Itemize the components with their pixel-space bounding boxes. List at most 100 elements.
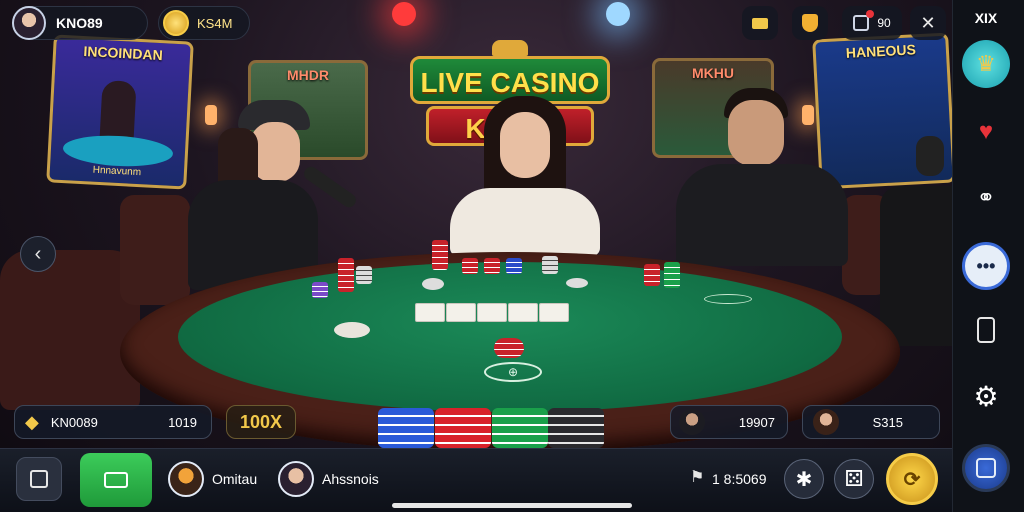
notification-count: 90 [877, 16, 891, 30]
chat-bubble-icon: ••• [976, 255, 996, 276]
chip-stack [542, 256, 558, 274]
chair-left [0, 250, 140, 410]
ticket-button[interactable] [742, 6, 778, 40]
headphones-icon [916, 136, 944, 176]
playing-card [446, 303, 476, 322]
close-icon: ✕ [920, 12, 936, 33]
star-icon: ✱ [795, 468, 813, 491]
close-button[interactable]: ✕ [910, 6, 946, 40]
chip-stack [644, 264, 660, 286]
crown-icon: ♛ [976, 51, 996, 76]
player-right-head [728, 100, 784, 166]
user1-avatar[interactable] [168, 461, 204, 497]
balance-label: 1 8:5069 [712, 471, 767, 487]
friends-icon: ⚭ [976, 185, 996, 210]
notification-dot [866, 10, 875, 18]
dealer-head [500, 112, 550, 178]
right-bar-header: XIX [974, 10, 998, 26]
playing-card [415, 303, 445, 322]
stage-light-blue [606, 2, 630, 26]
heart-notification-button[interactable]: ♥ [962, 108, 1010, 156]
user-pill[interactable]: KNO89 [12, 6, 148, 40]
chip-option-red[interactable] [435, 408, 491, 448]
settings-button[interactable]: ⚙ [962, 372, 1010, 420]
screen-left-title: INCOINDAN [83, 43, 164, 64]
player-right [676, 88, 848, 266]
chip-stack [338, 258, 354, 292]
chip-stack [506, 258, 522, 274]
player-label: KN0089 [50, 414, 98, 430]
friends-button[interactable]: ⚭ [962, 174, 1010, 222]
chip-stack [422, 278, 444, 290]
seat-a-avatar [679, 409, 705, 435]
player-value: 1019 [168, 414, 197, 430]
bet-coin-icon: ⟳ [903, 468, 921, 491]
dice-icon: ⚄ [844, 466, 864, 491]
user1-name: Omitau [212, 471, 258, 487]
screen-left: INCOINDAN Hnnavunm [46, 34, 194, 190]
trophy-icon [802, 14, 818, 32]
chat-bubble-button[interactable]: ••• [962, 242, 1010, 290]
chip-option-black[interactable] [548, 408, 604, 448]
bet-button[interactable]: ⟳ [886, 453, 938, 505]
user2-avatar[interactable] [278, 461, 314, 497]
playing-card [477, 303, 507, 322]
coin-pill[interactable]: KS4M [158, 6, 250, 40]
chip-stack [494, 338, 524, 358]
chat-notification-button[interactable]: 90 [842, 6, 902, 40]
multiplier-label: 100X [239, 411, 283, 432]
seat-b-pill[interactable]: S315 [802, 405, 940, 439]
chip-stack [484, 258, 500, 274]
screen-left-footer: Hnnavunm [92, 164, 142, 179]
screen-center-right-title: MKHU [692, 65, 734, 81]
multiplier-pill[interactable]: 100X [226, 405, 296, 439]
chip-stack [432, 240, 448, 270]
seat-a-value: 19907 [738, 414, 775, 430]
screen-center-left-title: MHDR [287, 67, 329, 83]
seat-b-value: S315 [872, 414, 903, 430]
casino-scene: INCOINDAN Hnnavunm MHDR MKHU HANEOUS LIV… [0, 0, 1024, 512]
playing-card [508, 303, 538, 322]
diamond-chip-icon: ◆ [25, 411, 39, 432]
player-far-right-body [880, 186, 952, 346]
username-label: KNO89 [56, 15, 103, 31]
trophy-button[interactable] [792, 6, 828, 40]
heart-notification-icon: ♥ [978, 118, 994, 145]
table-felt [178, 262, 842, 412]
dice-button[interactable]: ⚄ [834, 459, 874, 499]
chip-stack [312, 282, 328, 298]
player-right-body [676, 164, 848, 266]
ticket-icon [752, 17, 768, 29]
crown-button[interactable]: ♛ [962, 40, 1010, 88]
dealer-thumbnail [99, 80, 137, 142]
flag-icon: ⚑ [690, 469, 705, 486]
edit-icon [30, 470, 48, 488]
phone-button[interactable] [962, 306, 1010, 354]
back-button[interactable]: ‹ [20, 236, 56, 272]
chip-option-green[interactable] [492, 408, 548, 448]
gear-icon: ⚙ [973, 380, 999, 412]
player-balance-pill[interactable]: ◆ KN0089 1019 [14, 405, 212, 439]
chevron-left-icon: ‹ [34, 242, 42, 265]
cash-icon [104, 472, 128, 488]
cards-menu-button[interactable] [962, 444, 1010, 492]
chip-stack [664, 262, 680, 288]
chip-stack [356, 266, 372, 284]
star-button[interactable]: ✱ [784, 459, 824, 499]
playing-card [539, 303, 569, 322]
seat-b-avatar [813, 409, 839, 435]
table-center-marker: ⊕ [484, 362, 542, 382]
chip-option-blue[interactable] [378, 408, 434, 448]
chip-stack [566, 278, 588, 288]
home-indicator [392, 503, 632, 508]
phone-icon [977, 317, 995, 343]
edit-button[interactable] [16, 457, 62, 501]
dealer [450, 96, 600, 256]
cash-button[interactable] [80, 453, 152, 507]
coin-label: KS4M [197, 15, 233, 31]
seat-a-pill[interactable]: 19907 [670, 405, 788, 439]
chat-notification-icon [853, 10, 875, 31]
gold-coin-icon [163, 10, 189, 36]
user-avatar-icon [12, 6, 46, 40]
player-left [178, 100, 318, 290]
